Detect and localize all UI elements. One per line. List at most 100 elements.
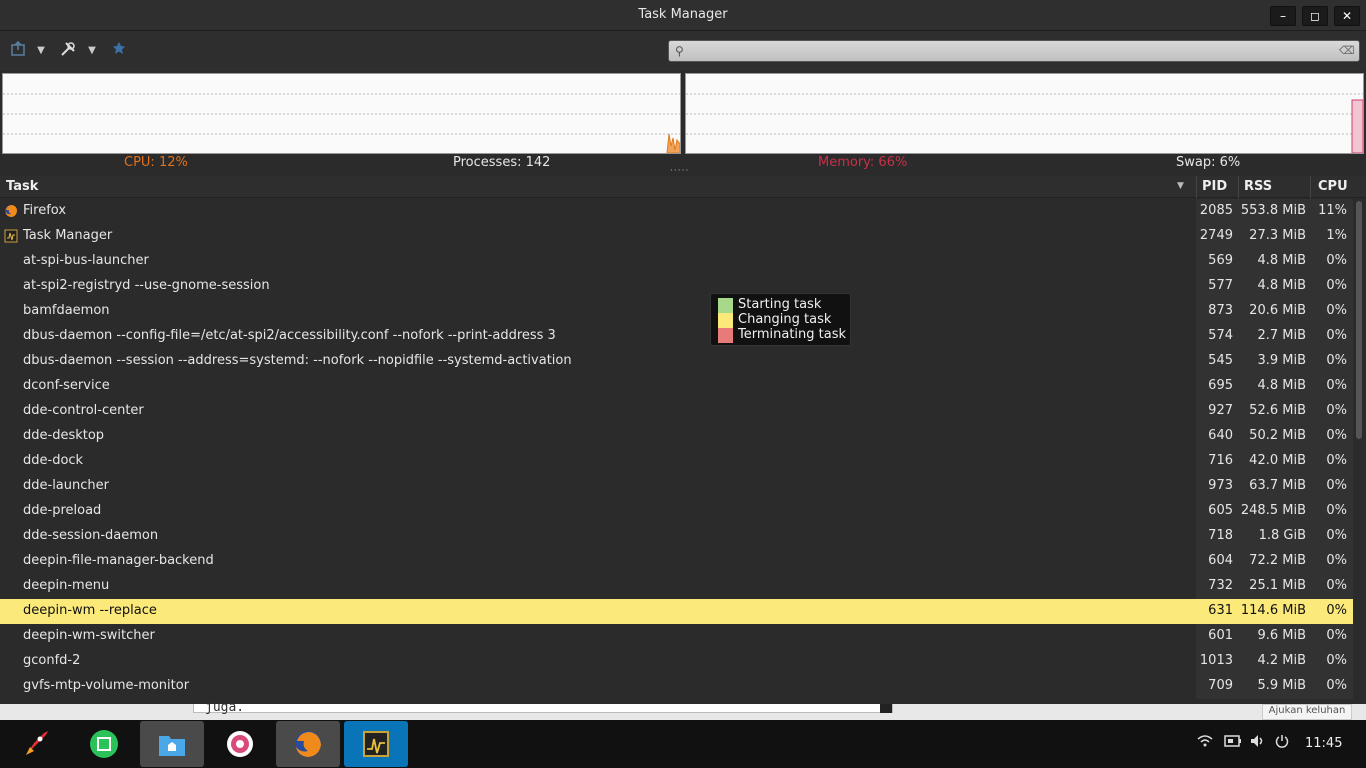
task-name: dconf-service	[23, 378, 110, 393]
task-name: at-spi2-registryd --use-gnome-session	[23, 278, 270, 293]
table-row[interactable]: dde-preload 605 248.5 MiB 0%	[0, 499, 1353, 524]
task-cpu: 0%	[1326, 528, 1347, 543]
file-manager-icon[interactable]	[140, 721, 204, 767]
search-input[interactable]	[693, 43, 1333, 59]
column-header-cpu[interactable]: CPU	[1318, 179, 1348, 194]
legend-label: Starting task	[738, 297, 822, 312]
task-manager-icon[interactable]	[344, 721, 408, 767]
task-pid: 973	[1208, 478, 1233, 493]
background-scroll-block	[880, 704, 892, 713]
table-row[interactable]: Firefox 2085 553.8 MiB 11%	[0, 199, 1353, 224]
task-pid: 718	[1208, 528, 1233, 543]
column-separator[interactable]	[1196, 176, 1197, 198]
task-pid: 873	[1208, 303, 1233, 318]
minimize-button[interactable]: –	[1270, 6, 1296, 26]
table-row[interactable]: dde-launcher 973 63.7 MiB 0%	[0, 474, 1353, 499]
task-rss: 4.8 MiB	[1257, 253, 1306, 268]
task-pid: 569	[1208, 253, 1233, 268]
task-name: deepin-file-manager-backend	[23, 553, 214, 568]
taskbar: 11:45	[0, 720, 1366, 768]
table-row[interactable]: dde-control-center 927 52.6 MiB 0%	[0, 399, 1353, 424]
table-row[interactable]: dde-session-daemon 718 1.8 GiB 0%	[0, 524, 1353, 549]
firefox-icon[interactable]	[276, 721, 340, 767]
search-box[interactable]: ⚲ ⌫	[668, 40, 1360, 62]
tools-dropdown-chevron-icon[interactable]: ▼	[86, 41, 98, 61]
table-row[interactable]: at-spi2-registryd --use-gnome-session 577…	[0, 274, 1353, 299]
process-list: Firefox 2085 553.8 MiB 11% Task Manager 2749 2…	[0, 199, 1353, 704]
task-cpu: 0%	[1326, 603, 1347, 618]
settings-icon[interactable]	[208, 721, 272, 767]
background-complaint-button[interactable]: Ajukan keluhan	[1262, 704, 1352, 720]
power-icon[interactable]	[1275, 734, 1289, 752]
legend-swatch	[718, 328, 733, 343]
table-row[interactable]: gvfs-mtp-volume-monitor 709 5.9 MiB 0%	[0, 674, 1353, 699]
task-rss: 42.0 MiB	[1249, 453, 1306, 468]
task-pid: 927	[1208, 403, 1233, 418]
launcher-rocket-icon[interactable]	[4, 721, 68, 767]
table-row[interactable]: gconfd-2 1013 4.2 MiB 0%	[0, 649, 1353, 674]
task-name: dde-dock	[23, 453, 84, 468]
task-rss: 4.8 MiB	[1257, 278, 1306, 293]
table-row[interactable]: dbus-daemon --config-file=/etc/at-spi2/a…	[0, 324, 1353, 349]
legend-swatch	[718, 298, 733, 313]
task-manager-icon	[4, 229, 18, 243]
table-row[interactable]: deepin-wm-switcher 601 9.6 MiB 0%	[0, 624, 1353, 649]
task-name: dbus-daemon --config-file=/etc/at-spi2/a…	[23, 328, 556, 343]
cpu-usage-plot	[666, 133, 680, 153]
task-cpu: 0%	[1326, 303, 1347, 318]
table-row[interactable]: at-spi-bus-launcher 569 4.8 MiB 0%	[0, 249, 1353, 274]
task-cpu: 0%	[1326, 553, 1347, 568]
pane-resize-handle[interactable]: ·····	[670, 167, 696, 176]
cpu-stat: CPU: 12%	[124, 155, 188, 170]
legend-item: Starting task	[718, 297, 850, 313]
store-icon[interactable]	[72, 721, 136, 767]
clear-search-icon[interactable]: ⌫	[1339, 44, 1355, 58]
table-header: Task ▼ PID RSS CPU	[0, 176, 1366, 198]
task-name: dde-control-center	[23, 403, 144, 418]
table-row[interactable]: deepin-menu 732 25.1 MiB 0%	[0, 574, 1353, 599]
legend-item: Terminating task	[718, 327, 850, 343]
export-icon[interactable]	[8, 40, 28, 61]
column-header-rss[interactable]: RSS	[1244, 179, 1272, 194]
table-row[interactable]: Task Manager 2749 27.3 MiB 1%	[0, 224, 1353, 249]
vertical-scrollbar[interactable]	[1355, 199, 1363, 704]
memory-graph	[685, 73, 1364, 154]
scrollbar-thumb[interactable]	[1356, 201, 1362, 439]
firefox-icon	[4, 204, 18, 218]
task-cpu: 0%	[1326, 628, 1347, 643]
clock[interactable]: 11:45	[1305, 736, 1342, 751]
table-row[interactable]: dde-desktop 640 50.2 MiB 0%	[0, 424, 1353, 449]
task-cpu: 0%	[1326, 478, 1347, 493]
task-rss: 1.8 GiB	[1258, 528, 1306, 543]
task-cpu: 0%	[1326, 403, 1347, 418]
background-text-area	[193, 704, 893, 713]
memory-stat: Memory: 66%	[818, 155, 908, 170]
star-icon[interactable]	[109, 41, 129, 61]
maximize-button[interactable]: ◻	[1302, 6, 1328, 26]
wifi-icon[interactable]	[1197, 734, 1213, 752]
table-row[interactable]: dde-dock 716 42.0 MiB 0%	[0, 449, 1353, 474]
task-cpu: 0%	[1326, 278, 1347, 293]
column-separator[interactable]	[1238, 176, 1239, 198]
close-button[interactable]: ✕	[1334, 6, 1360, 26]
battery-icon[interactable]	[1224, 734, 1242, 752]
task-name: dde-launcher	[23, 478, 109, 493]
title-bar: Task Manager – ◻ ✕	[0, 0, 1366, 31]
export-dropdown-chevron-icon[interactable]: ▼	[35, 41, 47, 61]
task-cpu: 0%	[1326, 378, 1347, 393]
table-row[interactable]: dconf-service 695 4.8 MiB 0%	[0, 374, 1353, 399]
column-header-task[interactable]: Task	[6, 179, 38, 194]
table-row[interactable]: deepin-wm --replace 631 114.6 MiB 0%	[0, 599, 1353, 624]
task-rss: 5.9 MiB	[1257, 678, 1306, 693]
table-row[interactable]: dbus-daemon --session --address=systemd:…	[0, 349, 1353, 374]
volume-icon[interactable]	[1250, 734, 1266, 752]
task-pid: 545	[1208, 353, 1233, 368]
column-separator[interactable]	[1310, 176, 1311, 198]
task-name: deepin-wm-switcher	[23, 628, 155, 643]
table-row[interactable]: deepin-file-manager-backend 604 72.2 MiB 0%	[0, 549, 1353, 574]
task-cpu: 0%	[1326, 503, 1347, 518]
table-row[interactable]: bamfdaemon 873 20.6 MiB 0%	[0, 299, 1353, 324]
column-header-pid[interactable]: PID	[1202, 179, 1227, 194]
tools-icon[interactable]	[58, 41, 78, 61]
task-cpu: 0%	[1326, 428, 1347, 443]
